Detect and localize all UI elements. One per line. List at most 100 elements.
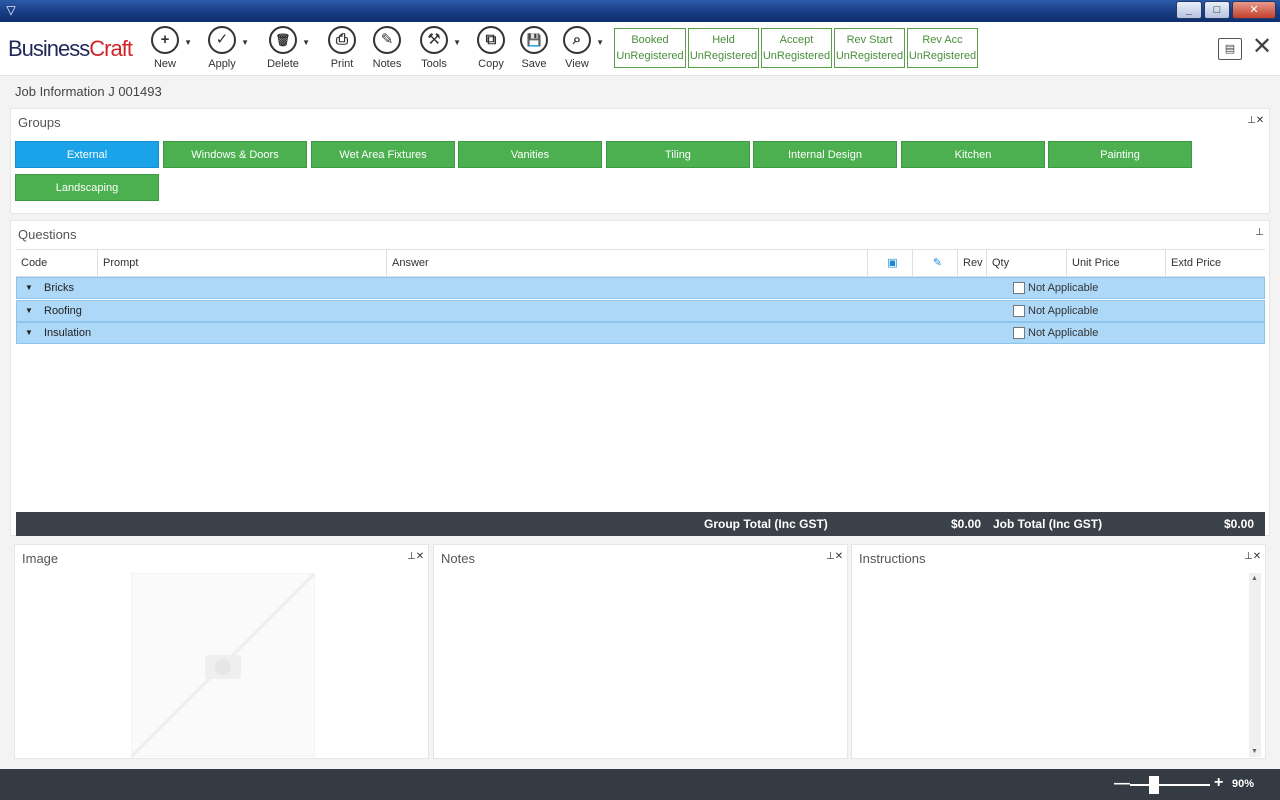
view-label: View bbox=[565, 58, 589, 70]
col-qty[interactable]: Qty bbox=[986, 250, 1066, 276]
row-name: Roofing bbox=[44, 305, 82, 317]
job-total-value: $0.00 bbox=[1224, 517, 1255, 531]
group-tiling[interactable]: Tiling bbox=[606, 141, 750, 168]
status-value: UnRegistered bbox=[689, 50, 758, 62]
totals-bar: Group Total (Inc GST) $0.00 Job Total (I… bbox=[16, 512, 1265, 536]
status-title: Rev Acc bbox=[922, 34, 963, 46]
group-kitchen[interactable]: Kitchen bbox=[901, 141, 1045, 168]
print-button[interactable]: ⎙ Print bbox=[317, 26, 367, 70]
status-value: UnRegistered bbox=[835, 50, 904, 62]
question-group-row[interactable]: ▼ Bricks Not Applicable bbox=[16, 277, 1265, 299]
col-unit-price[interactable]: Unit Price bbox=[1066, 250, 1165, 276]
chevron-down-icon[interactable]: ▼ bbox=[453, 38, 461, 47]
pin-icon[interactable]: ⊥ bbox=[1255, 227, 1264, 238]
not-applicable-checkbox[interactable] bbox=[1013, 327, 1025, 339]
group-external[interactable]: External bbox=[15, 141, 159, 168]
chevron-down-icon[interactable]: ▼ bbox=[302, 38, 310, 47]
question-group-row[interactable]: ▼ Roofing Not Applicable bbox=[16, 300, 1265, 322]
pin-close-icon[interactable]: ⊥✕ bbox=[1247, 115, 1264, 126]
job-total-label: Job Total (Inc GST) bbox=[993, 517, 1103, 531]
breadcrumb: Job Information J 001493 bbox=[15, 84, 162, 99]
tools-button[interactable]: ⚒ Tools ▼ bbox=[409, 26, 461, 70]
notes-button[interactable]: ✎ Notes bbox=[362, 26, 412, 70]
group-painting[interactable]: Painting bbox=[1048, 141, 1192, 168]
scroll-down-icon[interactable]: ▼ bbox=[1251, 748, 1258, 755]
toolbar: BusinessCraft + New ▼ ✓ Apply ▼ 🗑 Delete… bbox=[0, 22, 1280, 76]
check-icon: ✓ bbox=[208, 26, 236, 54]
apply-label: Apply bbox=[208, 58, 236, 70]
scroll-up-icon[interactable]: ▲ bbox=[1251, 575, 1258, 582]
expand-arrow-icon[interactable]: ▼ bbox=[25, 306, 33, 315]
not-applicable-label: Not Applicable bbox=[1028, 305, 1099, 317]
instructions-scrollbar[interactable]: ▲ ▼ bbox=[1249, 573, 1261, 757]
close-window-button[interactable]: ✕ bbox=[1232, 1, 1276, 19]
image-placeholder-icon[interactable] bbox=[131, 573, 315, 757]
expand-arrow-icon[interactable]: ▼ bbox=[25, 283, 33, 292]
image-panel: Image ⊥✕ bbox=[14, 544, 429, 759]
tools-icon: ⚒ bbox=[420, 26, 448, 54]
zoom-in-button[interactable]: + bbox=[1214, 774, 1223, 792]
edit-column-icon[interactable]: ✎ bbox=[912, 250, 957, 276]
question-group-row[interactable]: ▼ Insulation Not Applicable bbox=[16, 322, 1265, 344]
new-label: New bbox=[153, 58, 176, 70]
print-label: Print bbox=[330, 58, 354, 70]
group-windows-doors[interactable]: Windows & Doors bbox=[163, 141, 307, 168]
apply-button[interactable]: ✓ Apply ▼ bbox=[197, 26, 249, 70]
col-rev[interactable]: Rev bbox=[957, 250, 986, 276]
col-code[interactable]: Code bbox=[16, 250, 96, 276]
zoom-slider-thumb[interactable] bbox=[1149, 776, 1159, 794]
not-applicable-checkbox[interactable] bbox=[1013, 305, 1025, 317]
group-wet-area-fixtures[interactable]: Wet Area Fixtures bbox=[311, 141, 455, 168]
view-button[interactable]: ⌕ View ▼ bbox=[552, 26, 604, 70]
questions-table-header: Code Prompt Answer ▣ ✎ Rev Qty Unit Pric… bbox=[16, 249, 1265, 277]
questions-panel: Questions ⊥ Code Prompt Answer ▣ ✎ Rev Q… bbox=[10, 220, 1270, 536]
expand-arrow-icon[interactable]: ▼ bbox=[25, 328, 33, 337]
group-landscaping[interactable]: Landscaping bbox=[15, 174, 159, 201]
chevron-down-icon[interactable]: ▼ bbox=[596, 38, 604, 47]
status-accept[interactable]: Accept UnRegistered bbox=[761, 28, 832, 68]
col-extd-price[interactable]: Extd Price bbox=[1165, 250, 1264, 276]
status-value: UnRegistered bbox=[908, 50, 977, 62]
col-answer[interactable]: Answer bbox=[386, 250, 866, 276]
zoom-out-button[interactable]: — bbox=[1114, 775, 1130, 793]
status-value: UnRegistered bbox=[762, 50, 831, 62]
status-value: UnRegistered bbox=[616, 50, 684, 62]
notes-icon: ✎ bbox=[373, 26, 401, 54]
status-title: Booked bbox=[631, 34, 669, 46]
calendar-icon[interactable]: ▤ bbox=[1218, 38, 1242, 60]
pin-close-icon[interactable]: ⊥✕ bbox=[1244, 551, 1261, 562]
printer-icon: ⎙ bbox=[328, 26, 356, 54]
status-rev-acc[interactable]: Rev Acc UnRegistered bbox=[907, 28, 978, 68]
status-title: Accept bbox=[779, 34, 814, 46]
delete-button[interactable]: 🗑 Delete ▼ bbox=[258, 26, 310, 70]
delete-label: Delete bbox=[267, 58, 299, 70]
group-internal-design[interactable]: Internal Design bbox=[753, 141, 897, 168]
copy-icon: ⧉ bbox=[477, 26, 505, 54]
chevron-down-icon[interactable]: ▼ bbox=[241, 38, 249, 47]
zoom-slider-track[interactable] bbox=[1130, 784, 1210, 786]
pin-close-icon[interactable]: ⊥✕ bbox=[826, 551, 843, 562]
status-rev-start[interactable]: Rev Start UnRegistered bbox=[834, 28, 905, 68]
questions-title: Questions bbox=[18, 227, 77, 242]
not-applicable-checkbox[interactable] bbox=[1013, 282, 1025, 294]
chevron-down-icon[interactable]: ▼ bbox=[184, 38, 192, 47]
status-held[interactable]: Held UnRegistered bbox=[688, 28, 759, 68]
pin-close-icon[interactable]: ⊥✕ bbox=[407, 551, 424, 562]
not-applicable-label: Not Applicable bbox=[1028, 327, 1099, 339]
close-icon[interactable]: ✕ bbox=[1252, 34, 1272, 60]
group-vanities[interactable]: Vanities bbox=[458, 141, 602, 168]
image-title: Image bbox=[22, 551, 59, 566]
status-booked[interactable]: Booked UnRegistered bbox=[614, 28, 686, 68]
notes-panel: Notes ⊥✕ bbox=[433, 544, 848, 759]
new-button[interactable]: + New ▼ bbox=[140, 26, 192, 70]
plus-icon: + bbox=[151, 26, 179, 54]
status-bar: — + 90% bbox=[0, 769, 1280, 800]
minimize-button[interactable]: _ bbox=[1176, 1, 1202, 19]
notes-title: Notes bbox=[441, 551, 475, 566]
col-prompt[interactable]: Prompt bbox=[97, 250, 386, 276]
app-logo-icon: ▽ bbox=[6, 3, 16, 17]
row-name: Insulation bbox=[44, 327, 92, 339]
group-total-label: Group Total (Inc GST) bbox=[704, 517, 828, 531]
image-column-icon[interactable]: ▣ bbox=[867, 250, 912, 276]
maximize-button[interactable]: □ bbox=[1204, 1, 1230, 19]
